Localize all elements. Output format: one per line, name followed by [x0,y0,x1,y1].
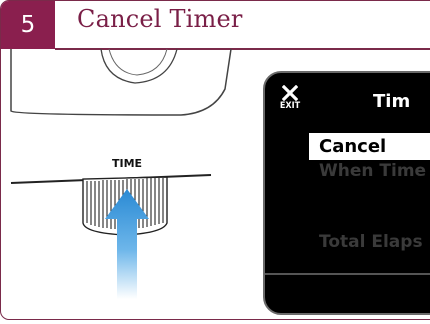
instruction-card: 5 Cancel Timer TIME EXIT Tim Cancel When… [0,0,430,320]
menu-item-total-elapsed[interactable]: Total Elaps [319,232,423,252]
display-title: Tim [373,91,411,112]
menu-item-when-time[interactable]: When Time [319,161,426,181]
display-divider [265,273,430,275]
exit-button[interactable]: EXIT [277,85,303,111]
close-icon [282,85,298,101]
appliance-panel-outline [10,48,232,116]
time-knob-label: TIME [112,157,142,170]
exit-label: EXIT [279,101,301,111]
timer-display-screen: EXIT Tim Cancel When Time Total Elaps [263,71,430,315]
menu-item-cancel[interactable]: Cancel [309,133,430,160]
appliance-illustration: TIME [10,48,232,299]
